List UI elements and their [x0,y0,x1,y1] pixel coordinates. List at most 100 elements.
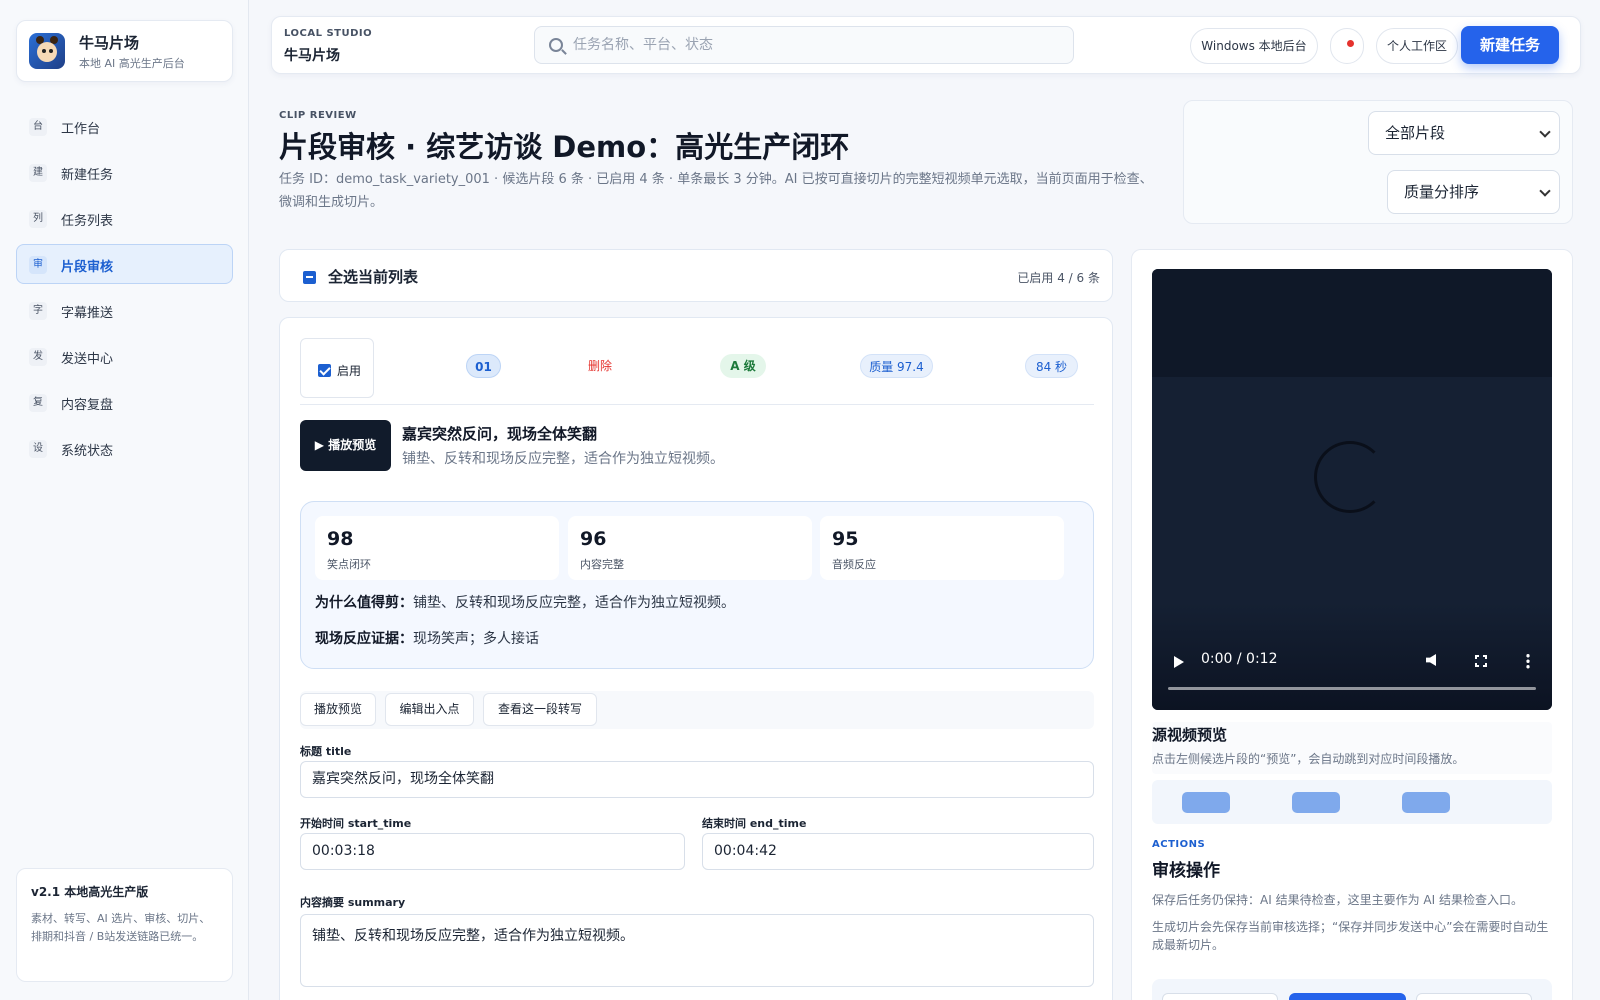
play-preview-label: 播放预览 [328,438,377,452]
select-all-label: 全选当前列表 [328,268,419,286]
quality-badge: 质量 97.4 [860,354,933,378]
edit-in-out-button[interactable]: 编辑出入点 [385,693,474,726]
preview-title: 源视频预览 [1152,726,1228,744]
workspace-button[interactable]: 个人工作区 [1376,28,1458,64]
segment-thumb[interactable] [1402,792,1450,813]
enabled-count: 已启用 4 / 6 条 [1017,271,1100,285]
start-time-field[interactable]: 00:03:18 [300,833,685,870]
segment-thumb[interactable] [1182,792,1230,813]
search-icon [549,38,563,52]
sidebar-item-label: 系统状态 [61,444,114,459]
sort-value: 质量分排序 [1404,183,1480,201]
enable-checkbox[interactable] [318,364,331,377]
search-input[interactable] [573,27,1063,63]
score-name: 笑点闭环 [327,558,371,571]
score-completeness: 96 内容完整 [568,516,812,580]
duration-badge: 84 秒 [1025,354,1078,378]
topbar: LOCAL STUDIO 牛马片场 Windows 本地后台 个人工作区 新建任… [271,16,1581,74]
new-task-button[interactable]: 新建任务 [1461,26,1559,64]
sidebar-item-content-review[interactable]: 复内容复盘 [16,382,233,422]
title-field-label: 标题 title [300,745,352,758]
version-card: v2.1 本地高光生产版 素材、转写、AI 选片、审核、切片、排期和抖音 / B… [16,868,233,982]
summary-textarea[interactable]: 铺垫、反转和现场反应完整，适合作为独立短视频。 [300,914,1094,987]
clip-index-badge: 01 [466,354,501,378]
sidebar-item-subtitle-push[interactable]: 字字幕推送 [16,290,233,330]
view-transcript-button[interactable]: 查看这一段转写 [483,693,597,726]
studio-tag: LOCAL STUDIO [284,28,373,39]
sidebar-item-workbench[interactable]: 台工作台 [16,106,233,146]
page-eyebrow: CLIP REVIEW [279,110,357,121]
sidebar-item-label: 字幕推送 [61,306,114,321]
delete-button[interactable]: 删除 [575,354,625,378]
select-all-bar: 全选当前列表 已启用 4 / 6 条 [279,249,1113,302]
select-all-checkbox[interactable] [303,271,316,284]
clip-subtitle: 铺垫、反转和现场反应完整，适合作为独立短视频。 [402,451,724,467]
notification-button[interactable] [1330,28,1364,64]
content-review-icon: 复 [29,394,47,412]
video-top-shade [1152,269,1552,377]
play-preview-button[interactable]: ▶ 播放预览 [300,420,391,471]
sidebar-item-task-list[interactable]: 列任务列表 [16,198,233,238]
evidence-label: 现场反应证据： [315,631,413,647]
fullscreen-icon[interactable] [1475,655,1487,667]
backend-status-button[interactable]: Windows 本地后台 [1190,28,1318,64]
sidebar-item-new-task[interactable]: 建新建任务 [16,152,233,192]
preview-panel: 0:00 / 0:12 源视频预览 点击左侧候选片段的“预览”，会自动跳到对应时… [1131,249,1573,1000]
enable-toggle[interactable]: 启用 [300,338,374,398]
sidebar-item-label: 任务列表 [61,214,114,229]
sidebar-item-clip-review[interactable]: 审片段审核 [16,244,233,284]
mascot-logo-icon [29,33,65,69]
sidebar-item-system-status[interactable]: 设系统状态 [16,428,233,468]
subtitle-icon: 字 [29,302,47,320]
video-player[interactable]: 0:00 / 0:12 [1152,269,1552,710]
notification-dot-icon [1347,40,1354,47]
why-label: 为什么值得剪： [315,595,413,611]
actions-desc-2: 生成切片会先保存当前审核选择；“保存并同步发送中心”会在需要时自动生成最新切片。 [1152,920,1549,952]
studio-name: 牛马片场 [284,48,340,64]
version-desc: 素材、转写、AI 选片、审核、切片、排期和抖音 / B站发送链路已统一。 [31,912,211,943]
score-audio: 95 音频反应 [820,516,1064,580]
loading-spinner-icon [1314,441,1386,513]
segment-filter-value: 全部片段 [1385,124,1446,142]
action-button[interactable] [1416,993,1532,1000]
brand[interactable]: 牛马片场 本地 AI 高光生产后台 [16,20,233,82]
sidebar-item-label: 片段审核 [61,260,114,275]
video-time: 0:00 / 0:12 [1201,651,1278,667]
score-name: 内容完整 [580,558,624,571]
sidebar: 牛马片场 本地 AI 高光生产后台 台工作台 建新建任务 列任务列表 审片段审核… [0,0,249,1000]
why-worth-cutting: 为什么值得剪：铺垫、反转和现场反应完整，适合作为独立短视频。 [315,592,735,612]
segment-thumb[interactable] [1292,792,1340,813]
score-value: 96 [580,528,607,550]
send-icon: 发 [29,348,47,366]
video-progress-bar[interactable] [1168,687,1536,690]
new-task-icon: 建 [29,164,47,182]
end-time-label: 结束时间 end_time [702,817,807,830]
system-status-icon: 设 [29,440,47,458]
score-value: 95 [832,528,859,550]
title-field[interactable]: 嘉宾突然反问，现场全体笑翻 [300,761,1094,798]
evidence-text: 现场笑声；多人接话 [413,631,539,647]
start-time-label: 开始时间 start_time [300,817,412,830]
sidebar-item-label: 发送中心 [61,352,114,367]
sidebar-item-label: 工作台 [61,122,101,137]
segment-filter-select[interactable]: 全部片段 [1368,111,1560,155]
sort-select[interactable]: 质量分排序 [1387,170,1560,214]
workbench-icon: 台 [29,118,47,136]
chevron-down-icon [1539,185,1551,197]
search-box[interactable] [534,26,1074,64]
page-description: 任务 ID：demo_task_variety_001 · 候选片段 6 条 ·… [279,172,1153,210]
clip-card: 启用 01 删除 A 级 质量 97.4 84 秒 ▶ 播放预览 嘉宾突然反问，… [279,317,1113,1000]
sidebar-item-send-center[interactable]: 发发送中心 [16,336,233,376]
clip-title: 嘉宾突然反问，现场全体笑翻 [402,425,598,443]
preview-desc: 点击左侧候选片段的“预览”，会自动跳到对应时间段播放。 [1152,752,1465,766]
more-options-icon[interactable] [1526,653,1530,669]
primary-action-button[interactable] [1289,993,1406,1000]
chevron-down-icon [1539,126,1551,138]
brand-subtitle: 本地 AI 高光生产后台 [79,57,185,70]
play-preview-secondary-button[interactable]: 播放预览 [300,693,376,726]
segment-thumb-row [1152,780,1552,824]
play-icon[interactable] [1174,656,1184,668]
action-button[interactable] [1162,993,1278,1000]
preview-label: 源视频预览 点击左侧候选片段的“预览”，会自动跳到对应时间段播放。 [1152,722,1552,774]
end-time-field[interactable]: 00:04:42 [702,833,1094,870]
